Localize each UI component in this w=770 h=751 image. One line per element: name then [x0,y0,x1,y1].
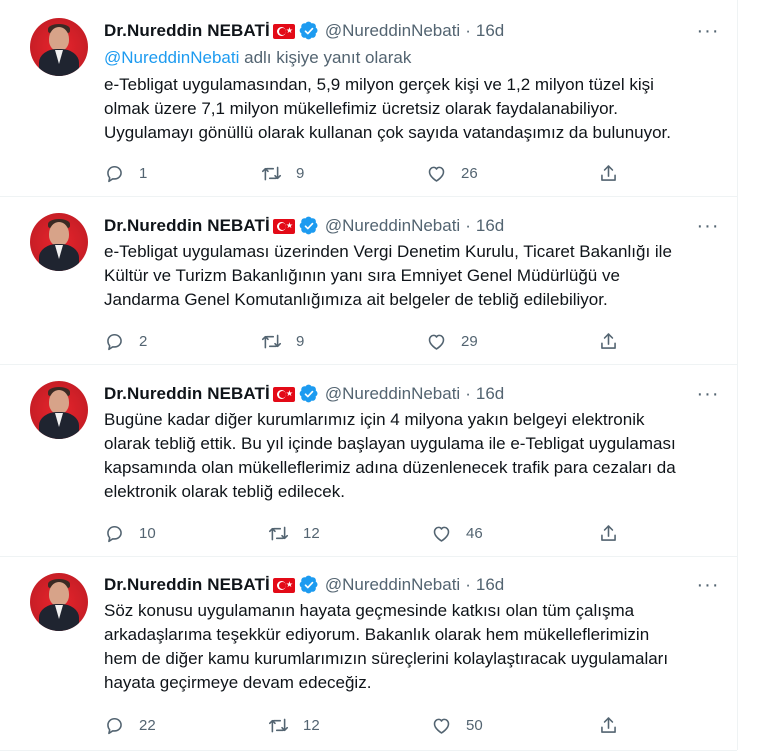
author-name[interactable]: Dr.Nureddin NEBATİ [104,21,270,41]
turkish-flag-icon: ★ [272,218,295,234]
tweet-time[interactable]: 16d [476,216,504,236]
reply-icon [104,715,125,736]
retweet-button[interactable]: 12 [268,714,320,736]
more-icon[interactable]: ··· [696,216,720,241]
tweet-header: Dr.Nureddin NEBATİ ★ @NureddinNebati · 1… [104,572,504,598]
reply-context-text: adlı kişiye yanıt olarak [239,48,412,67]
tweet[interactable]: Dr.Nureddin NEBATİ ★ @NureddinNebati · 1… [0,0,737,197]
tweet-actions: 2 9 29 [104,330,724,352]
like-icon [426,163,447,184]
tweet-header: Dr.Nureddin NEBATİ ★ @NureddinNebati · 1… [104,213,504,239]
retweet-button[interactable]: 12 [268,522,320,544]
avatar[interactable] [30,18,88,76]
separator-dot: · [465,21,471,40]
tweet-thread: Dr.Nureddin NEBATİ ★ @NureddinNebati · 1… [0,0,738,751]
like-count: 50 [466,716,483,734]
reply-button[interactable]: 2 [104,330,147,352]
tweet[interactable]: Dr.Nureddin NEBATİ ★ @NureddinNebati · 1… [0,364,737,557]
share-icon [598,163,619,184]
turkish-flag-icon: ★ [272,23,295,39]
verified-badge-icon [299,384,319,404]
avatar[interactable] [30,573,88,631]
reply-count: 10 [139,524,156,542]
share-button[interactable] [598,330,619,352]
tweet-header: Dr.Nureddin NEBATİ ★ @NureddinNebati · 1… [104,18,504,44]
separator-dot: · [465,575,471,594]
like-count: 29 [461,332,478,350]
tweet-time[interactable]: 16d [476,21,504,41]
retweet-count: 12 [303,716,320,734]
reply-button[interactable]: 1 [104,162,147,184]
reply-count: 2 [139,332,148,350]
reply-count: 1 [139,164,148,182]
retweet-icon [261,331,282,352]
reply-icon [104,331,125,352]
tweet-header: Dr.Nureddin NEBATİ ★ @NureddinNebati · 1… [104,381,504,407]
tweet-text: e-Tebligat uygulamasından, 5,9 milyon ge… [104,75,672,142]
tweet-actions: 10 12 46 [104,522,724,544]
tweet-time[interactable]: 16d [476,384,504,404]
verified-badge-icon [299,216,319,236]
verified-badge-icon [299,575,319,595]
share-button[interactable] [598,162,619,184]
author-name[interactable]: Dr.Nureddin NEBATİ [104,384,270,404]
like-count: 46 [466,524,483,542]
like-button[interactable]: 50 [431,714,483,736]
reply-button[interactable]: 22 [104,714,156,736]
retweet-icon [261,163,282,184]
retweet-count: 12 [303,524,320,542]
turkish-flag-icon: ★ [272,577,295,593]
reply-icon [104,163,125,184]
retweet-icon [268,523,289,544]
author-handle[interactable]: @NureddinNebati [325,21,460,41]
turkish-flag-icon: ★ [272,386,295,402]
author-handle[interactable]: @NureddinNebati [325,575,460,595]
like-icon [431,523,452,544]
share-button[interactable] [598,714,619,736]
like-count: 26 [461,164,478,182]
reply-button[interactable]: 10 [104,522,156,544]
tweet-actions: 1 9 26 [104,162,724,184]
avatar[interactable] [30,213,88,271]
like-button[interactable]: 29 [426,330,478,352]
tweet-time[interactable]: 16d [476,575,504,595]
tweet-text: Bugüne kadar diğer kurumlarımız için 4 m… [104,410,676,501]
share-button[interactable] [598,522,619,544]
like-icon [431,715,452,736]
verified-badge-icon [299,21,319,41]
retweet-count: 9 [296,164,305,182]
share-icon [598,715,619,736]
retweet-icon [268,715,289,736]
like-button[interactable]: 26 [426,162,478,184]
retweet-count: 9 [296,332,305,350]
separator-dot: · [465,216,471,235]
more-icon[interactable]: ··· [696,21,720,46]
reply-icon [104,523,125,544]
tweet-text: e-Tebligat uygulaması üzerinden Vergi De… [104,242,672,309]
reply-count: 22 [139,716,156,734]
reply-context: @NureddinNebati adlı kişiye yanıt olarak [104,48,411,68]
more-icon[interactable]: ··· [696,575,720,600]
share-icon [598,331,619,352]
author-handle[interactable]: @NureddinNebati [325,384,460,404]
tweet[interactable]: Dr.Nureddin NEBATİ ★ @NureddinNebati · 1… [0,196,737,365]
retweet-button[interactable]: 9 [261,330,304,352]
reply-mention-link[interactable]: @NureddinNebati [104,48,239,67]
avatar[interactable] [30,381,88,439]
author-name[interactable]: Dr.Nureddin NEBATİ [104,216,270,236]
tweet-actions: 22 12 50 [104,714,724,736]
tweet[interactable]: Dr.Nureddin NEBATİ ★ @NureddinNebati · 1… [0,556,737,751]
like-icon [426,331,447,352]
more-icon[interactable]: ··· [696,384,720,409]
tweet-text: Söz konusu uygulamanın hayata geçmesinde… [104,601,669,692]
like-button[interactable]: 46 [431,522,483,544]
retweet-button[interactable]: 9 [261,162,304,184]
separator-dot: · [465,384,471,403]
share-icon [598,523,619,544]
author-name[interactable]: Dr.Nureddin NEBATİ [104,575,270,595]
author-handle[interactable]: @NureddinNebati [325,216,460,236]
